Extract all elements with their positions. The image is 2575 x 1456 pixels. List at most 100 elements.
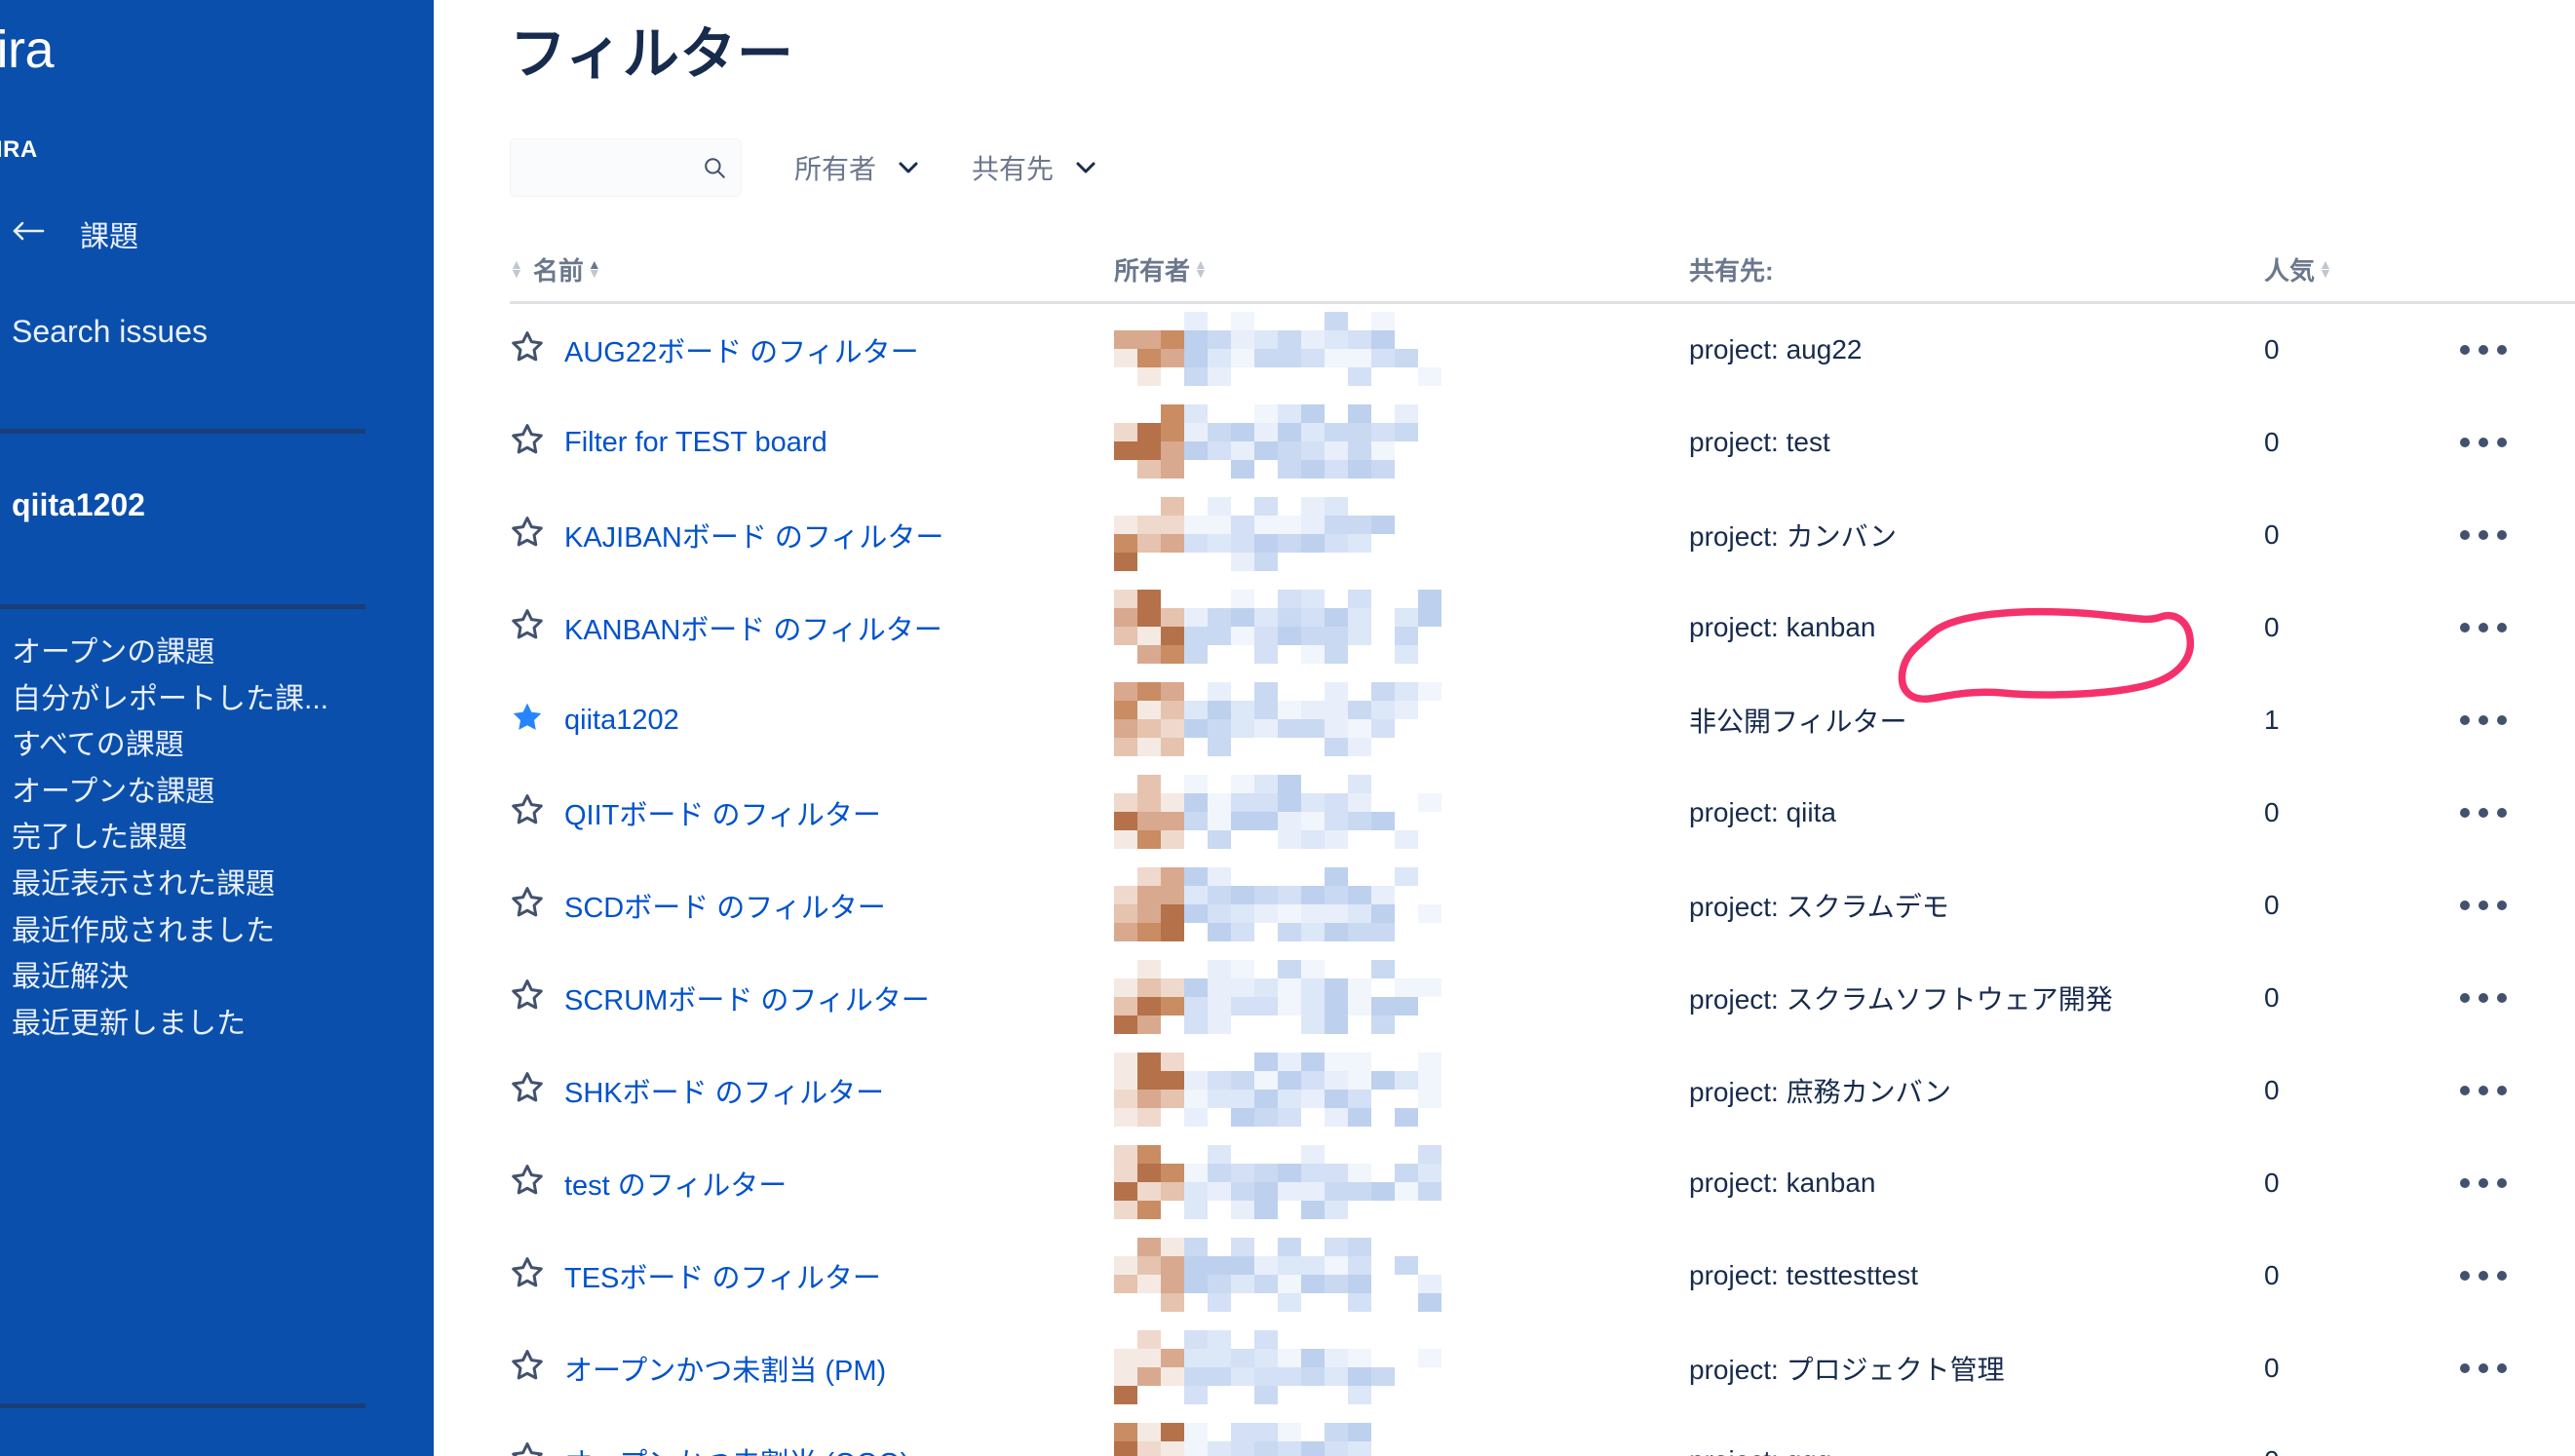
- star-outline-icon[interactable]: [510, 1255, 564, 1297]
- table-row[interactable]: KAJIBANボード のフィルター project: カンバン 0: [510, 489, 2575, 582]
- column-header-name[interactable]: ▲ ▼ 名前 ▲ ▼: [510, 246, 1114, 302]
- cell-owner: [1114, 952, 1689, 1045]
- row-actions-menu-button[interactable]: [2447, 1435, 2519, 1456]
- table-row[interactable]: AUG22ボード のフィルター project: aug22 0: [510, 302, 2575, 397]
- sidebar-back-to-issues[interactable]: 課題: [0, 210, 434, 258]
- chevron-down-icon: [898, 161, 919, 174]
- column-header-owner[interactable]: 所有者 ▲ ▼: [1114, 246, 1689, 302]
- table-row[interactable]: test のフィルター project: kanban 0: [510, 1137, 2575, 1230]
- star-outline-icon[interactable]: [510, 977, 564, 1019]
- cell-name: KANBANボード のフィルター: [510, 582, 1114, 674]
- popularity-value: 0: [2264, 982, 2280, 1013]
- cell-actions: [2440, 397, 2575, 489]
- search-input[interactable]: [511, 139, 696, 196]
- star-outline-icon[interactable]: [510, 1440, 564, 1456]
- row-actions-menu-button[interactable]: [2447, 324, 2519, 376]
- cell-owner: [1114, 1230, 1689, 1322]
- row-actions-menu-button[interactable]: [2447, 972, 2519, 1024]
- jira-logo[interactable]: Jira: [0, 19, 55, 80]
- star-outline-icon[interactable]: [510, 885, 564, 927]
- sidebar-item-open-issues[interactable]: オープンの課題: [0, 638, 434, 685]
- popularity-value: 0: [2264, 334, 2280, 364]
- owner-filter-dropdown[interactable]: 所有者: [794, 138, 919, 197]
- sidebar-project-key: JIRA: [0, 136, 38, 163]
- column-header-shared-label: 共有先:: [1689, 255, 1774, 286]
- sort-arrows-popularity-icon[interactable]: ▲ ▼: [2319, 257, 2332, 280]
- sidebar-project-name[interactable]: qiita1202: [12, 487, 145, 523]
- row-actions-menu-button[interactable]: [2447, 694, 2519, 747]
- jira-filters-page: Jira JIRA 課題 Search issues qiita1202 オープ…: [0, 0, 2575, 1456]
- column-header-popularity[interactable]: 人気 ▲ ▼: [2264, 246, 2440, 302]
- shared-with-value: project: カンバン: [1689, 521, 1898, 552]
- filter-name-link[interactable]: QIITボード のフィルター: [564, 792, 881, 833]
- table-row[interactable]: オープンかつ未割当 (PM) project: プロジェクト管理 0: [510, 1322, 2575, 1415]
- sidebar-item-all-issues[interactable]: すべての課題: [0, 731, 434, 778]
- sidebar-item-viewed-recently[interactable]: 最近表示された課題: [0, 870, 434, 917]
- star-outline-icon[interactable]: [510, 515, 564, 556]
- row-actions-menu-button[interactable]: [2447, 1342, 2519, 1395]
- table-row[interactable]: オープンかつ未割当 (QQQ) project: qqq 0: [510, 1415, 2575, 1456]
- cell-name: SCDボード のフィルター: [510, 860, 1114, 952]
- cell-name: TESボード のフィルター: [510, 1230, 1114, 1322]
- filter-name-link[interactable]: オープンかつ未割当 (QQQ): [564, 1440, 909, 1456]
- sidebar-item-updated-recently[interactable]: 最近更新しました: [0, 1009, 434, 1056]
- cell-actions: [2440, 674, 2575, 767]
- sort-arrows-name-icon[interactable]: ▲ ▼: [588, 257, 601, 280]
- table-row[interactable]: SCRUMボード のフィルター project: スクラムソフトウェア開発 0: [510, 952, 2575, 1045]
- filter-name-link[interactable]: オープンかつ未割当 (PM): [564, 1348, 886, 1389]
- cell-shared-with: project: qqq: [1689, 1415, 2264, 1456]
- row-actions-menu-button[interactable]: [2447, 879, 2519, 932]
- search-filters-box[interactable]: [510, 138, 742, 197]
- row-actions-menu-button[interactable]: [2447, 1249, 2519, 1302]
- filter-name-link[interactable]: TESボード のフィルター: [564, 1255, 881, 1296]
- table-row[interactable]: TESボード のフィルター project: testtesttest 0: [510, 1230, 2575, 1322]
- star-outline-icon[interactable]: [510, 607, 564, 649]
- table-row[interactable]: qiita1202 非公開フィルター 1: [510, 674, 2575, 767]
- filter-name-link[interactable]: AUG22ボード のフィルター: [564, 329, 919, 370]
- table-header: ▲ ▼ 名前 ▲ ▼ 所有者 ▲ ▼ 共有先: 人気 ▲ ▼: [510, 246, 2575, 302]
- star-outline-icon[interactable]: [510, 329, 564, 371]
- row-actions-menu-button[interactable]: [2447, 601, 2519, 654]
- star-outline-icon[interactable]: [510, 1070, 564, 1112]
- star-outline-icon[interactable]: [510, 1348, 564, 1390]
- filter-name-link[interactable]: SHKボード のフィルター: [564, 1070, 884, 1111]
- filter-name-link[interactable]: KAJIBANボード のフィルター: [564, 515, 943, 556]
- table-row[interactable]: SHKボード のフィルター project: 庶務カンバン 0: [510, 1045, 2575, 1137]
- filter-name-link[interactable]: SCDボード のフィルター: [564, 885, 886, 926]
- star-outline-icon[interactable]: [510, 422, 564, 464]
- column-header-shared[interactable]: 共有先:: [1689, 246, 2264, 302]
- filter-name-link[interactable]: KANBANボード のフィルター: [564, 607, 942, 648]
- star-outline-icon[interactable]: [510, 1163, 564, 1205]
- filter-name-link[interactable]: Filter for TEST board: [564, 427, 827, 459]
- cell-actions: [2440, 1045, 2575, 1137]
- filter-name-link[interactable]: test のフィルター: [564, 1163, 787, 1204]
- filter-name-link[interactable]: qiita1202: [564, 705, 679, 737]
- star-filled-icon[interactable]: [510, 700, 564, 742]
- filter-name-link[interactable]: SCRUMボード のフィルター: [564, 977, 930, 1018]
- cell-shared-with: project: test: [1689, 397, 2264, 489]
- sidebar-item-created-recently[interactable]: 最近作成されました: [0, 916, 434, 964]
- sidebar-item-done-issues[interactable]: 完了した課題: [0, 824, 434, 870]
- shared-with-filter-dropdown[interactable]: 共有先: [972, 138, 1096, 197]
- cell-popularity: 0: [2264, 1322, 2440, 1415]
- row-actions-menu-button[interactable]: [2447, 786, 2519, 839]
- sidebar-item-open-issues-2[interactable]: オープンな課題: [0, 777, 434, 824]
- table-row[interactable]: QIITボード のフィルター project: qiita 0: [510, 767, 2575, 860]
- table-row[interactable]: Filter for TEST board project: test 0: [510, 397, 2575, 489]
- shared-with-value: project: qqq: [1689, 1445, 1831, 1456]
- table-row[interactable]: SCDボード のフィルター project: スクラムデモ 0: [510, 860, 2575, 952]
- sort-arrows-leading-icon[interactable]: ▲ ▼: [510, 257, 523, 280]
- sidebar-item-reported-by-me[interactable]: 自分がレポートした課...: [0, 684, 434, 732]
- row-actions-menu-button[interactable]: [2447, 1157, 2519, 1209]
- row-actions-menu-button[interactable]: [2447, 509, 2519, 561]
- row-actions-menu-button[interactable]: [2447, 416, 2519, 469]
- table-row[interactable]: KANBANボード のフィルター project: kanban 0: [510, 582, 2575, 674]
- popularity-value: 0: [2264, 612, 2280, 642]
- row-actions-menu-button[interactable]: [2447, 1064, 2519, 1117]
- cell-owner: [1114, 397, 1689, 489]
- sort-arrows-owner-icon[interactable]: ▲ ▼: [1194, 257, 1208, 280]
- star-outline-icon[interactable]: [510, 792, 564, 834]
- sidebar-item-search-issues[interactable]: Search issues: [12, 314, 208, 350]
- sidebar-item-resolved-recently[interactable]: 最近解決: [0, 963, 434, 1010]
- cell-popularity: 0: [2264, 860, 2440, 952]
